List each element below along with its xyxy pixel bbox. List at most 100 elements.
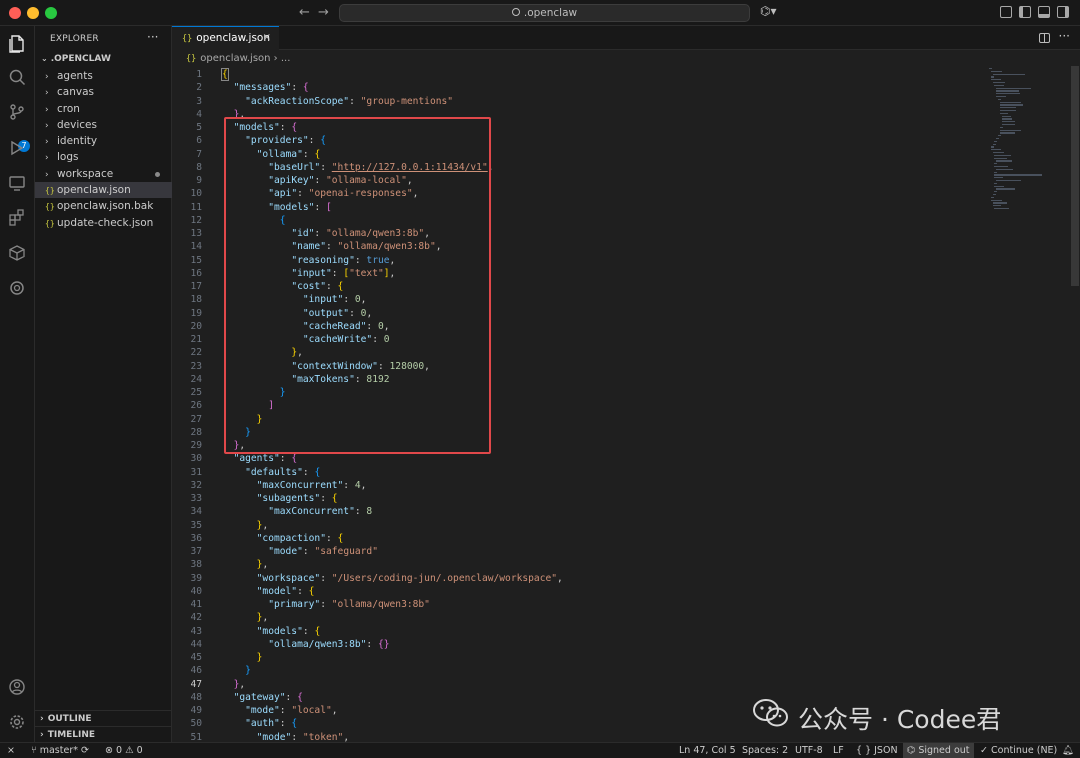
- code-line: 22 },: [172, 346, 302, 359]
- code-line: 19 "output": 0,: [172, 307, 372, 320]
- minimap-line: [1001, 124, 1016, 126]
- breadcrumb[interactable]: {} openclaw.json › ...: [186, 53, 290, 64]
- arrow-right-icon[interactable]: →: [318, 5, 329, 20]
- code-text: "api": "openai-responses",: [268, 188, 419, 200]
- code-text: "primary": "ollama/qwen3:8b": [268, 599, 430, 610]
- code-line: 28 }: [172, 426, 250, 439]
- tree-item-devices[interactable]: › devices: [35, 117, 172, 133]
- maximize-window-button[interactable]: [45, 7, 57, 19]
- code-line: 14 "name": "ollama/qwen3:8b",: [172, 240, 441, 253]
- language-mode[interactable]: { } JSON: [856, 743, 898, 758]
- code-text: },: [256, 559, 269, 571]
- code-line: 4 },: [172, 108, 245, 121]
- error-icon: ⊗: [105, 745, 113, 756]
- line-number: 51: [190, 731, 202, 743]
- code-line: 44 "ollama/qwen3:8b": {}: [172, 638, 389, 651]
- tree-item-logs[interactable]: › logs: [35, 149, 172, 165]
- remote-explorer-icon[interactable]: [7, 174, 27, 194]
- toggle-primary-sidebar-icon[interactable]: [1019, 6, 1031, 18]
- line-number: 26: [190, 400, 202, 412]
- extensions-icon[interactable]: [7, 209, 27, 229]
- json-file-icon: {}: [45, 186, 55, 196]
- tree-item-label: agents: [57, 70, 93, 82]
- tree-item-cron[interactable]: › cron: [35, 101, 172, 117]
- explorer-icon[interactable]: [7, 34, 27, 54]
- timeline-section[interactable]: › TIMELINE: [35, 726, 172, 742]
- containers-icon[interactable]: [7, 244, 27, 264]
- json-file-icon: {}: [45, 218, 55, 228]
- code-text: "ollama/qwen3:8b": {}: [268, 638, 390, 650]
- code-text: "ollama": {: [256, 148, 321, 160]
- split-editor-icon[interactable]: [1039, 33, 1050, 43]
- code-text: "messages": {: [233, 82, 309, 94]
- code-editor[interactable]: 1{2 "messages": {3 "ackReactionScope": "…: [172, 66, 1067, 742]
- line-number: 45: [190, 652, 202, 663]
- workspace-root[interactable]: ⌄ .OPENCLAW: [41, 54, 111, 64]
- code-line: 39 "workspace": "/Users/coding-jun/.open…: [172, 572, 562, 585]
- account-icon[interactable]: [7, 678, 27, 698]
- minimap-line: [999, 129, 1022, 131]
- arrow-left-icon[interactable]: ←: [299, 5, 310, 20]
- encoding-status[interactable]: UTF-8: [795, 743, 823, 758]
- gear-icon[interactable]: [7, 713, 27, 733]
- code-line: 31 "defaults": {: [172, 466, 320, 479]
- indentation-status[interactable]: Spaces: 2: [742, 743, 788, 758]
- toggle-secondary-sidebar-icon[interactable]: [1057, 6, 1069, 18]
- tree-item-update-check-json[interactable]: {} update-check.json: [35, 215, 172, 231]
- minimap-line: [994, 177, 1004, 179]
- cursor-position[interactable]: Ln 47, Col 5: [679, 743, 736, 758]
- command-center-search[interactable]: .openclaw: [339, 4, 750, 22]
- tree-item-openclaw-json[interactable]: {} openclaw.json: [35, 182, 172, 199]
- tree-item-label: openclaw.json: [57, 184, 131, 197]
- code-line: 50 "auth": {: [172, 717, 297, 730]
- code-text: "id": "ollama/qwen3:8b",: [291, 228, 430, 239]
- code-text: },: [256, 519, 269, 531]
- copilot-signed-out[interactable]: ⌬ Signed out: [903, 743, 974, 758]
- remote-icon[interactable]: ⨯: [7, 743, 15, 758]
- line-number: 3: [196, 95, 202, 107]
- line-number: 7: [196, 148, 202, 160]
- minimap-line: [994, 157, 1007, 159]
- tree-item-workspace[interactable]: › workspace: [35, 166, 172, 182]
- code-line: 24 "maxTokens": 8192: [172, 373, 389, 386]
- minimap-line: [994, 185, 1005, 187]
- close-icon[interactable]: ×: [263, 27, 271, 49]
- tree-item-agents[interactable]: › agents: [35, 68, 172, 84]
- continue-status[interactable]: ✓ Continue (NE): [980, 743, 1057, 758]
- minimap[interactable]: [985, 66, 1065, 216]
- editor-tabs: {} openclaw.json × ···: [172, 26, 1080, 50]
- minimap-line: [992, 82, 1006, 84]
- code-line: 38 },: [172, 558, 268, 571]
- tree-item-identity[interactable]: › identity: [35, 133, 172, 149]
- eol-status[interactable]: LF: [833, 743, 844, 758]
- tab-openclaw-json[interactable]: {} openclaw.json ×: [172, 26, 279, 50]
- minimap-line: [996, 168, 1014, 171]
- minimap-line: [994, 208, 1009, 210]
- outline-section[interactable]: › OUTLINE: [35, 710, 172, 726]
- minimize-window-button[interactable]: [27, 7, 39, 19]
- code-text: "defaults": {: [245, 466, 321, 478]
- editor-scroll-thumb[interactable]: [1071, 66, 1079, 286]
- copilot-icon[interactable]: ⌬▾: [760, 4, 777, 18]
- close-window-button[interactable]: [9, 7, 21, 19]
- minimap-line: [999, 126, 1003, 129]
- chevron-right-icon: ›: [45, 153, 49, 164]
- code-line: 23 "contextWindow": 128000,: [172, 360, 430, 373]
- source-control-icon[interactable]: [7, 103, 27, 123]
- minimap-line: [999, 101, 1022, 103]
- problems-status[interactable]: ⊗ 0 ⚠ 0: [105, 743, 143, 758]
- tree-item-canvas[interactable]: › canvas: [35, 84, 172, 100]
- tree-item-label: cron: [57, 102, 80, 115]
- editor-more-button[interactable]: ···: [1059, 29, 1070, 43]
- search-icon[interactable]: [7, 68, 27, 88]
- explorer-more-button[interactable]: ···: [147, 30, 158, 44]
- layout-customize-icon[interactable]: [1000, 6, 1012, 18]
- run-debug-icon[interactable]: [7, 139, 27, 159]
- openai-icon[interactable]: [7, 279, 27, 299]
- code-line: 21 "cacheWrite": 0: [172, 333, 389, 346]
- tree-item-openclaw-json-bak[interactable]: {} openclaw.json.bak: [35, 198, 172, 214]
- toggle-panel-icon[interactable]: [1038, 6, 1050, 18]
- branch-status[interactable]: ⑂ master* ⟳: [31, 743, 89, 758]
- code-line: 32 "maxConcurrent": 4,: [172, 479, 366, 492]
- notifications-bell-icon[interactable]: 🔔︎: [1062, 743, 1074, 758]
